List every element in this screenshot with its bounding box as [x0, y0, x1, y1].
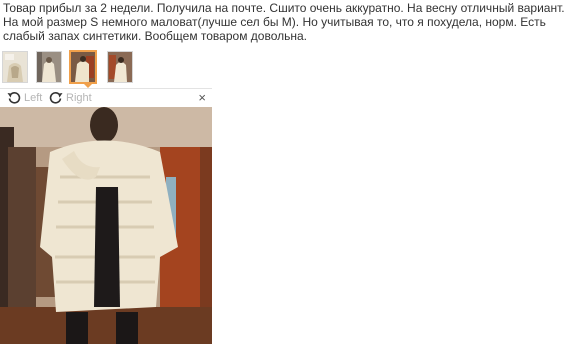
photo-thumbnail-4[interactable]	[107, 51, 133, 83]
thumbnail-image-icon	[3, 52, 27, 82]
rotate-right-button[interactable]: Right	[48, 89, 92, 106]
rotate-right-label: Right	[66, 91, 92, 104]
photo-viewer: Left Right ×	[0, 88, 212, 344]
rotate-left-button[interactable]: Left	[6, 89, 42, 106]
review-photo-image	[0, 107, 212, 344]
photo-thumbnail-3[interactable]	[69, 50, 97, 84]
review-photo	[0, 107, 212, 344]
thumbnail-image-icon	[108, 52, 132, 82]
review-text: Товар прибыл за 2 недели. Получила на по…	[3, 1, 565, 43]
rotate-left-label: Left	[24, 91, 43, 104]
viewer-toolbar: Left Right ×	[0, 89, 212, 106]
thumbnail-image-icon	[71, 52, 95, 82]
photo-thumbnail-2[interactable]	[36, 51, 62, 83]
rotate-left-icon	[7, 92, 21, 104]
rotate-right-icon	[49, 92, 63, 104]
close-viewer-button[interactable]: ×	[198, 90, 206, 105]
thumbnail-image-icon	[37, 52, 61, 82]
review-block: Товар прибыл за 2 недели. Получила на по…	[0, 0, 578, 344]
photo-thumbnail-1[interactable]	[2, 51, 28, 83]
